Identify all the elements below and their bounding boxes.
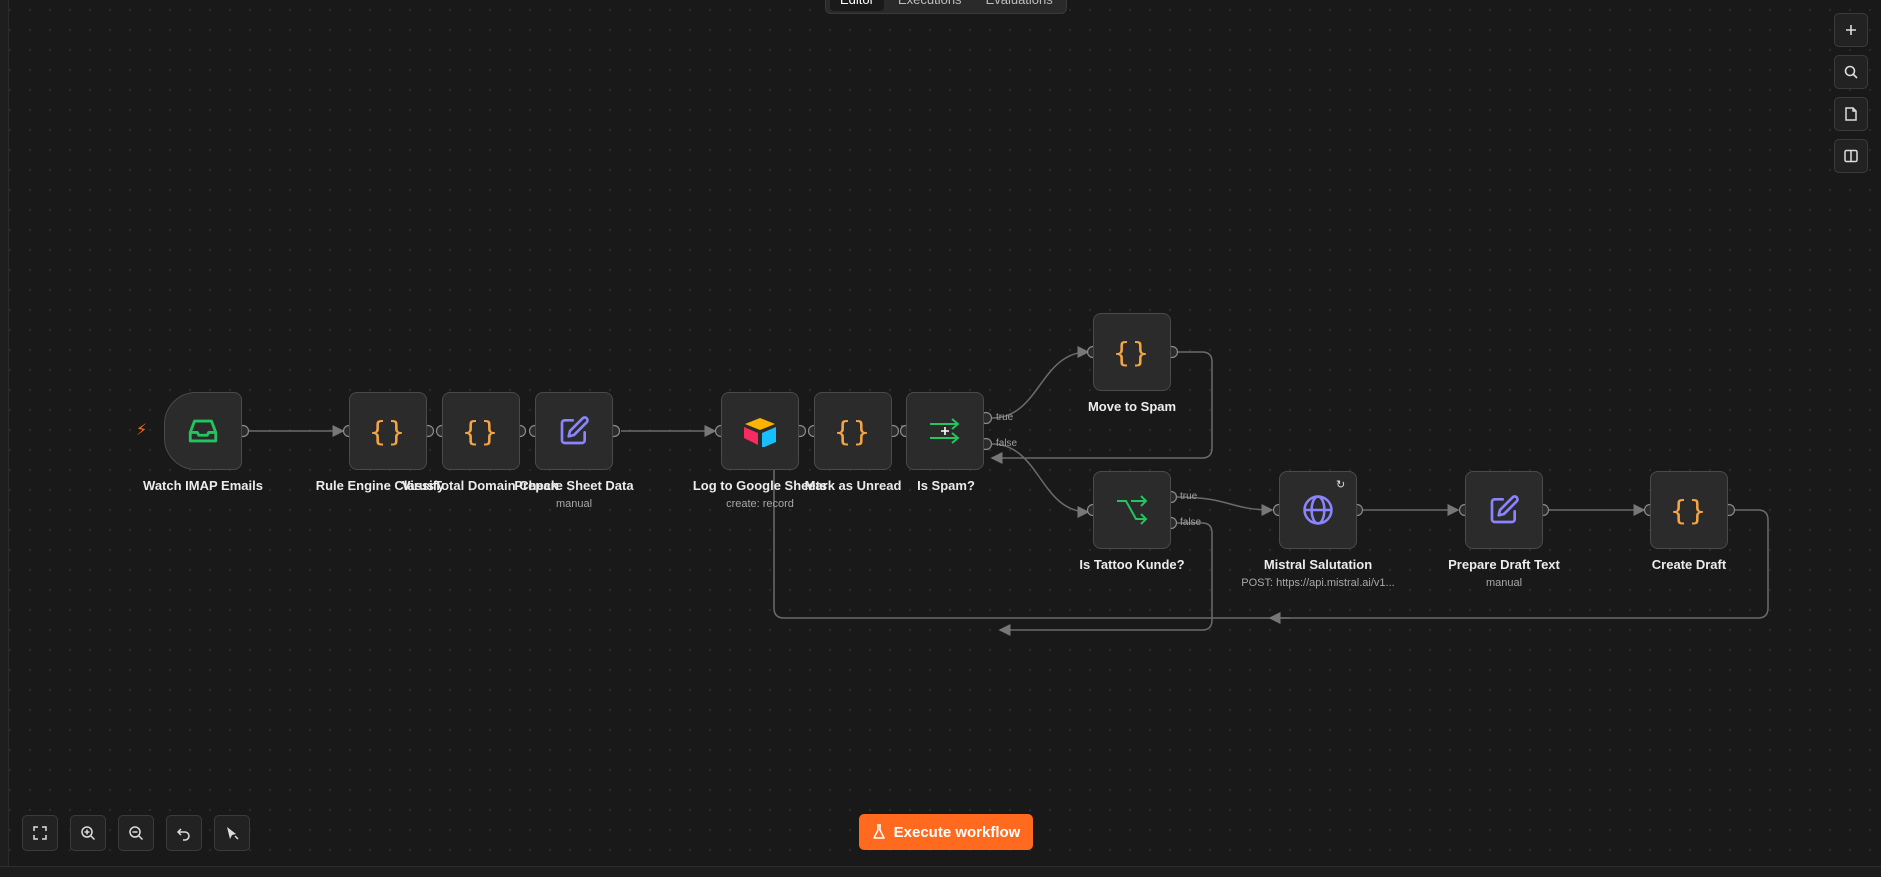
branch-label-false: false bbox=[996, 438, 1018, 449]
refresh-icon: ↻ bbox=[1336, 479, 1346, 491]
branch-if-icon bbox=[1117, 495, 1148, 525]
toggle-panel-button[interactable] bbox=[1834, 139, 1868, 173]
node-sub-prepare-sheet: manual bbox=[555, 498, 593, 510]
node-label-prepare-draft: Prepare Draft Text bbox=[1448, 557, 1560, 572]
node-label-create-draft: Create Draft bbox=[1651, 557, 1727, 572]
branch-label-true: true bbox=[996, 412, 1014, 423]
switch-arrows-icon bbox=[930, 418, 960, 444]
lightning-bolt-icon: ⚡ bbox=[136, 422, 148, 439]
status-bar bbox=[0, 866, 1881, 877]
pencil-square-icon bbox=[560, 416, 589, 445]
tidy-up-button[interactable] bbox=[214, 815, 250, 851]
node-prepare-sheet[interactable] bbox=[535, 392, 613, 470]
node-sub-mistral: POST: https://api.mistral.ai/v1... bbox=[1241, 577, 1395, 589]
node-is-spam[interactable] bbox=[906, 392, 984, 470]
canvas-zoom-toolbar bbox=[22, 815, 250, 851]
node-create-draft[interactable]: {} bbox=[1650, 471, 1728, 549]
add-node-button[interactable] bbox=[1834, 13, 1868, 47]
fit-view-button[interactable] bbox=[22, 815, 58, 851]
node-is-tattoo[interactable] bbox=[1093, 471, 1171, 549]
inbox-icon bbox=[188, 419, 218, 443]
globe-icon bbox=[1303, 495, 1333, 525]
code-braces-icon: {} bbox=[462, 414, 500, 448]
tidy-up-icon bbox=[227, 827, 239, 840]
execute-workflow-button[interactable]: Execute workflow bbox=[859, 814, 1033, 850]
node-label-is-tattoo: Is Tattoo Kunde? bbox=[1079, 557, 1185, 572]
panel-toggle-icon bbox=[1844, 149, 1858, 163]
execute-workflow-label: Execute workflow bbox=[893, 823, 1021, 841]
undo-icon bbox=[176, 828, 190, 841]
node-log-sheets[interactable] bbox=[721, 392, 799, 470]
airtable-logo-icon bbox=[744, 418, 776, 447]
search-icon bbox=[1844, 65, 1858, 79]
sticky-note-icon bbox=[1845, 107, 1857, 121]
plus-icon bbox=[1846, 25, 1856, 35]
branch-label-false: false bbox=[1180, 517, 1202, 528]
node-mistral[interactable] bbox=[1279, 471, 1357, 549]
zoom-in-button[interactable] bbox=[70, 815, 106, 851]
zoom-out-icon bbox=[129, 826, 144, 841]
node-sub-prepare-draft: manual bbox=[1485, 577, 1523, 589]
code-braces-icon: {} bbox=[1670, 493, 1708, 527]
node-prepare-draft[interactable] bbox=[1465, 471, 1543, 549]
fit-view-icon bbox=[33, 826, 47, 840]
search-nodes-button[interactable] bbox=[1834, 55, 1868, 89]
node-move-spam[interactable]: {} bbox=[1093, 313, 1171, 391]
node-label-prepare-sheet: Prepare Sheet Data bbox=[514, 478, 634, 493]
node-sub-log-sheets: create: record bbox=[726, 498, 794, 510]
code-braces-icon: {} bbox=[834, 414, 872, 448]
node-label-move-spam: Move to Spam bbox=[1087, 399, 1177, 414]
node-virustotal[interactable]: {} bbox=[442, 392, 520, 470]
code-braces-icon: {} bbox=[369, 414, 407, 448]
code-braces-icon: {} bbox=[1113, 335, 1151, 369]
node-rule-engine[interactable]: {} bbox=[349, 392, 427, 470]
flask-icon bbox=[872, 824, 885, 839]
node-watch-imap[interactable] bbox=[164, 392, 242, 470]
canvas-right-toolbar bbox=[1834, 13, 1868, 173]
branch-label-true: true bbox=[1180, 491, 1198, 502]
zoom-in-icon bbox=[81, 826, 96, 841]
node-label-watch-imap: Watch IMAP Emails bbox=[143, 478, 263, 493]
node-mark-unread[interactable]: {} bbox=[814, 392, 892, 470]
zoom-out-button[interactable] bbox=[118, 815, 154, 851]
pencil-square-icon bbox=[1490, 495, 1519, 524]
undo-button[interactable] bbox=[166, 815, 202, 851]
add-sticky-button[interactable] bbox=[1834, 97, 1868, 131]
node-label-is-spam: Is Spam? bbox=[917, 478, 975, 493]
node-label-mistral: Mistral Salutation bbox=[1263, 557, 1373, 572]
